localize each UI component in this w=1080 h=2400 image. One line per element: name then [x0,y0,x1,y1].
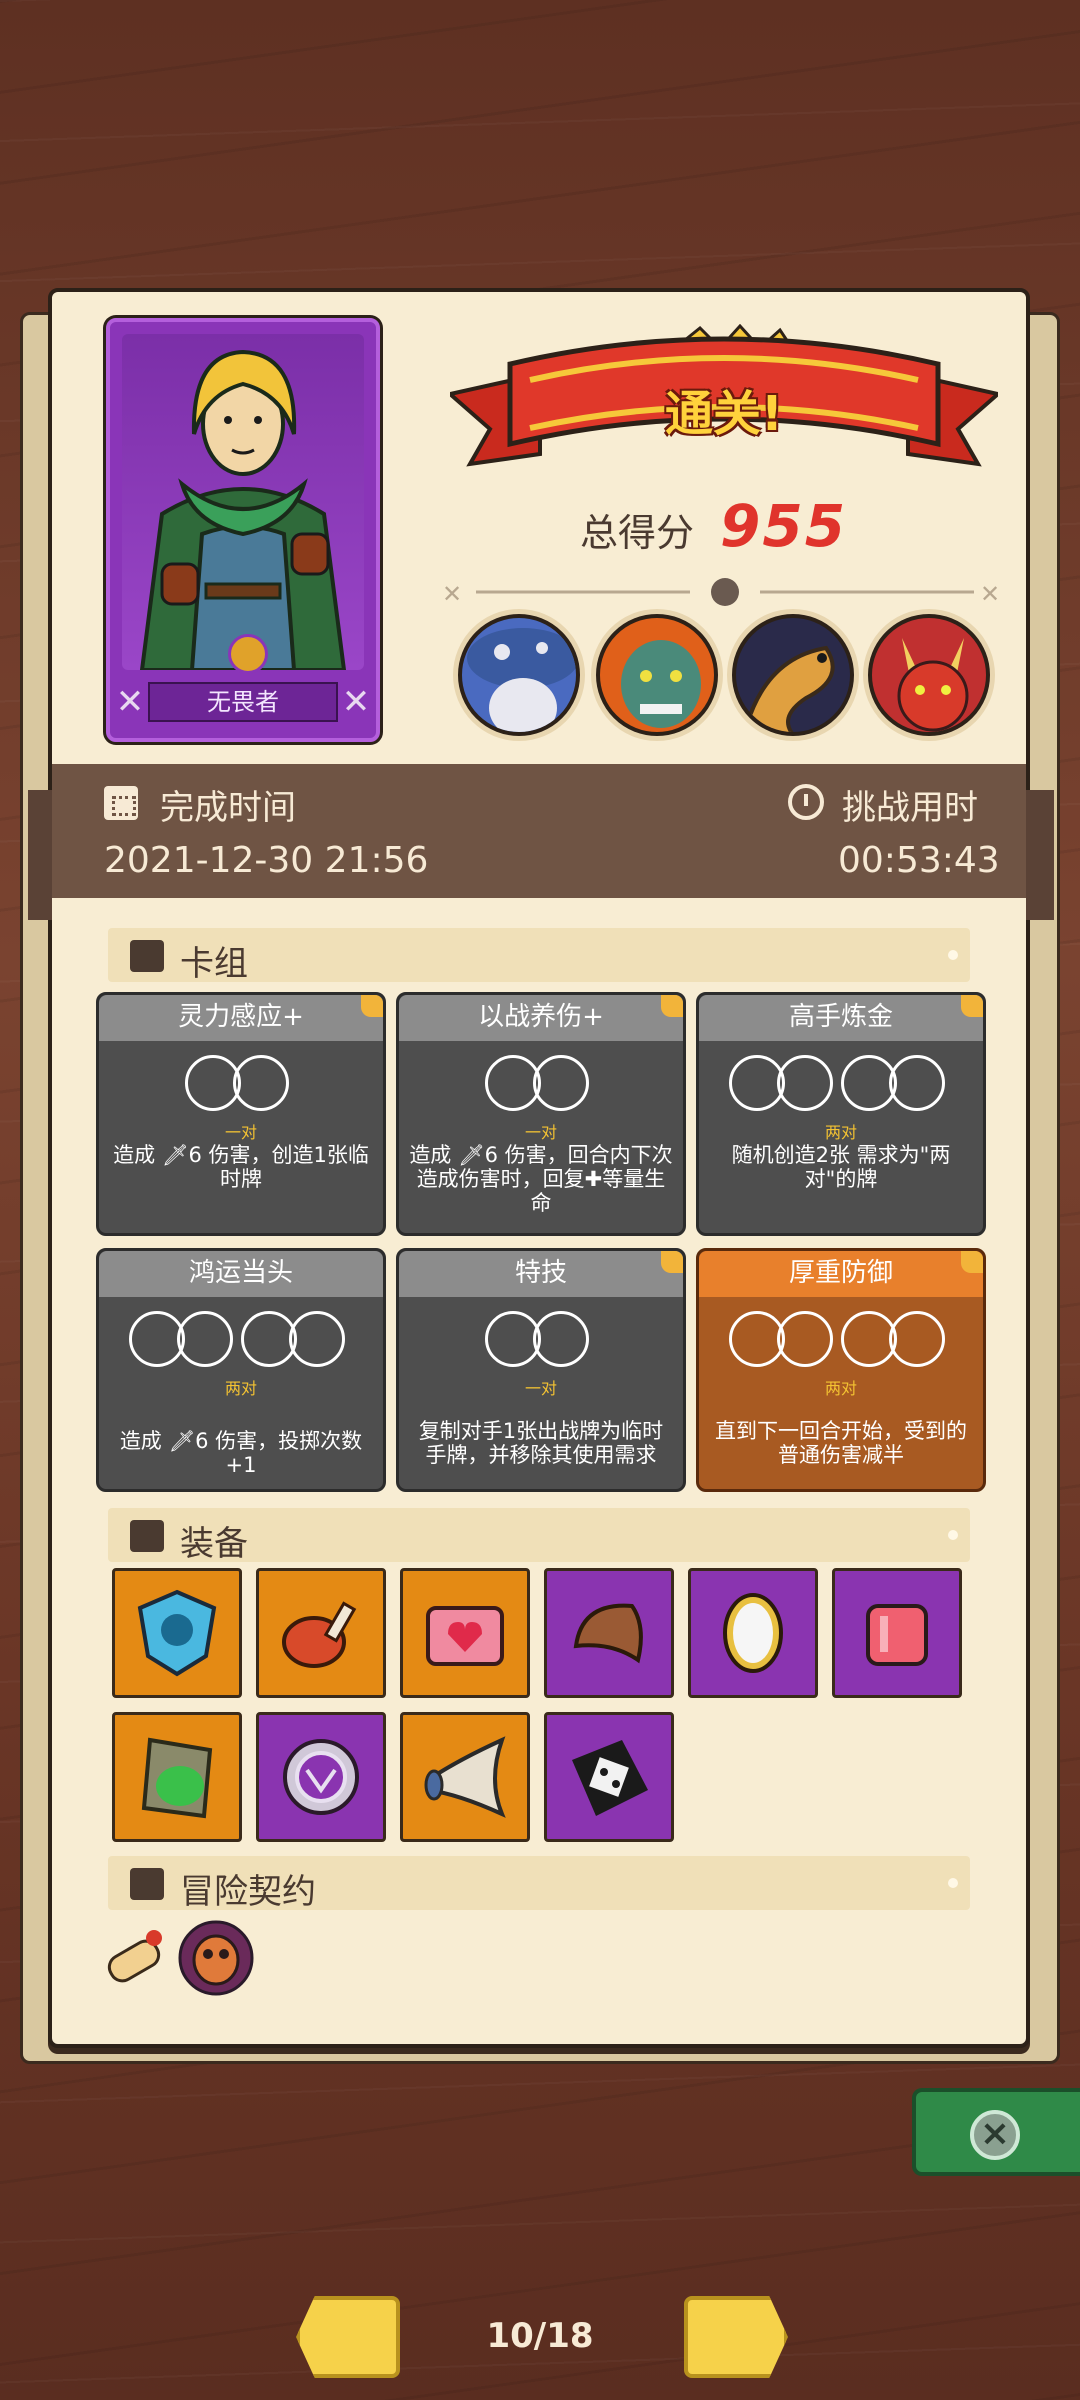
victory-ribbon: 通关! [445,323,1003,494]
challenge-time-value: 00:53:43 [838,840,1000,881]
equipment-title: 装备 [180,1524,248,1564]
cards-icon [130,940,164,972]
box-icon [130,1520,164,1552]
section-dot [948,1530,958,1540]
card-corner-icon [361,995,383,1017]
card-requirement: 一对 [224,1123,257,1142]
deck-card[interactable]: 鸿运当头 两对 造成 🗡6 伤害，投掷次数+1 [96,1248,386,1492]
card-description: 复制对手1张出战牌为临时手牌，并移除其使用需求 [418,1419,664,1467]
next-page-button[interactable] [684,2296,788,2378]
section-dot [948,950,958,960]
hero-name: 无畏者 [148,682,338,722]
card-requirement: 两对 [824,1123,857,1142]
card-requirement: 两对 [224,1379,257,1398]
card-description: 直到下一回合开始，受到的普通伤害减半 [715,1419,967,1467]
card-name: 高手炼金 [699,995,983,1041]
leather-pauldron-icon[interactable] [544,1568,674,1698]
equipment-section-header: 装备 [108,1508,970,1564]
svg-text:✕: ✕ [980,580,1000,608]
deck-card[interactable]: 灵力感应+ 一对 造成 🗡6 伤害，创造1张临时牌 [96,992,386,1236]
boss-divider: ✕ ✕ [440,568,1010,616]
card-requirement: 一对 [524,1123,557,1142]
close-icon: × [970,2110,1020,2160]
meat-leg-icon[interactable] [256,1568,386,1698]
section-dot [948,1878,958,1888]
deck-section-header: 卡组 [108,928,970,984]
victory-title: 通关! [665,386,783,442]
rune-shield-icon[interactable] [256,1712,386,1842]
close-button[interactable]: × [912,2088,1080,2176]
card-name: 厚重防御 [699,1251,983,1297]
card-corner-icon [661,1251,683,1273]
card-description: 造成 🗡6 伤害，回合内下次造成伤害时，回复✚等量生命 [409,1143,673,1215]
mossy-stone-icon[interactable] [112,1712,242,1842]
dice-pair-icon [399,1055,683,1117]
deck-card[interactable]: 高手炼金 两对 随机创造2张 需求为"两对"的牌 [696,992,986,1236]
time-band-tab-right [1026,790,1054,920]
gas-mask-contract-icon[interactable] [176,1918,256,1998]
cursed-dice-icon[interactable] [544,1712,674,1842]
dice-two-pair-icon [99,1311,383,1373]
boss-demon-portrait [868,614,990,736]
card-name: 以战养伤+ [399,995,683,1041]
deck-card[interactable]: 厚重防御 两对 直到下一回合开始，受到的普通伤害减半 [696,1248,986,1492]
bone-left-icon: ✕ [115,682,145,722]
stopwatch-icon [788,784,824,820]
horn-icon[interactable] [400,1712,530,1842]
card-name: 鸿运当头 [99,1251,383,1297]
scroll-contract-icon[interactable] [98,1918,178,1998]
finish-time-label: 完成时间 [160,788,296,828]
dice-pair-icon [99,1055,383,1117]
card-name: 灵力感应+ [99,995,383,1041]
card-description: 造成 🗡6 伤害，投掷次数+1 [119,1429,363,1477]
card-corner-icon [961,995,983,1017]
hero-portrait [122,334,364,670]
deck-card[interactable]: 以战养伤+ 一对 造成 🗡6 伤害，回合内下次造成伤害时，回复✚等量生命 [396,992,686,1236]
shield-skull-icon[interactable] [112,1568,242,1698]
deck-title: 卡组 [180,944,248,984]
boss-mushroom-portrait [458,614,580,736]
score-label: 总得分 [580,511,695,555]
challenge-time-label: 挑战用时 [842,788,978,828]
card-name: 特技 [399,1251,683,1297]
prev-page-button[interactable] [296,2296,400,2378]
card-corner-icon [661,995,683,1017]
dice-two-pair-icon [699,1311,983,1373]
card-corner-icon [961,1251,983,1273]
time-band-tab-left [28,790,52,920]
finish-time-value: 2021-12-30 21:56 [104,840,429,881]
hero-card[interactable]: ✕ 无畏者 ✕ [106,318,380,742]
person-icon [130,1868,164,1900]
mirror-icon[interactable] [688,1568,818,1698]
card-requirement: 两对 [824,1379,857,1398]
card-description: 随机创造2张 需求为"两对"的牌 [731,1143,951,1191]
boss-troll-portrait [596,614,718,736]
score-value: 955 [720,492,848,560]
boss-serpent-portrait [732,614,854,736]
hero-medal-icon [228,634,268,674]
dice-pair-icon [399,1311,683,1373]
page-indicator: 10/18 [486,2316,594,2356]
contracts-title: 冒险契约 [180,1872,316,1912]
bone-right-icon: ✕ [341,682,371,722]
flesh-chunk-icon[interactable] [832,1568,962,1698]
card-description: 造成 🗡6 伤害，创造1张临时牌 [113,1143,369,1191]
deck-card[interactable]: 特技 一对 复制对手1张出战牌为临时手牌，并移除其使用需求 [396,1248,686,1492]
card-requirement: 一对 [524,1379,557,1398]
dice-two-pair-icon [699,1055,983,1117]
total-score: 总得分 955 [560,490,940,560]
heart-box-icon[interactable] [400,1568,530,1698]
calendar-icon [104,786,138,820]
contracts-section-header: 冒险契约 [108,1856,970,1912]
svg-text:✕: ✕ [442,580,462,608]
